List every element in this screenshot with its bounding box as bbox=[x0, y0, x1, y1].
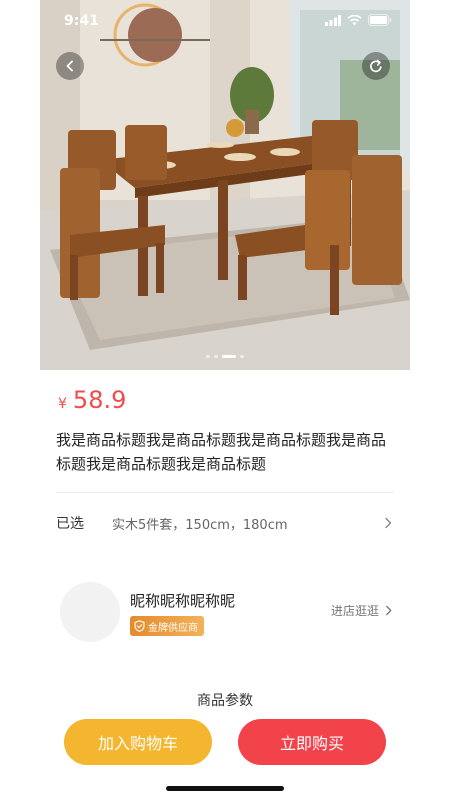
add-to-cart-button[interactable]: 加入购物车 bbox=[64, 719, 212, 765]
divider bbox=[56, 492, 394, 493]
product-title: 我是商品标题我是商品标题我是商品标题我是商品标题我是商品标题我是商品标题 bbox=[56, 431, 387, 473]
price-value: 58.9 bbox=[72, 386, 127, 414]
share-icon bbox=[370, 59, 382, 73]
shop-card: 昵称昵称昵称昵 金牌供应商 进店逛逛 bbox=[56, 578, 394, 644]
share-button[interactable] bbox=[362, 52, 390, 80]
supplier-badge-label: 金牌供应商 bbox=[148, 622, 198, 634]
status-time: 9:41 bbox=[64, 13, 99, 29]
product-image-carousel[interactable] bbox=[40, 0, 410, 370]
carousel-dot[interactable] bbox=[214, 355, 218, 358]
carousel-dot-active[interactable] bbox=[222, 355, 236, 358]
section-title-params: 商品参数 bbox=[197, 693, 253, 709]
shield-check-icon bbox=[134, 620, 145, 632]
shop-name: 昵称昵称昵称昵 bbox=[130, 592, 236, 610]
product-detail-screen: 9:41 ¥ 58.9 我是商品标题我是商品标题我是商品标题我是商品标题我是商品… bbox=[40, 0, 410, 800]
status-bar: 9:41 bbox=[40, 0, 410, 44]
carousel-dot[interactable] bbox=[206, 355, 210, 358]
carousel-indicator bbox=[40, 355, 410, 358]
spec-value: 实木5件套，150cm，180cm bbox=[112, 517, 288, 533]
battery-icon bbox=[368, 14, 392, 26]
signal-icon bbox=[325, 14, 341, 26]
visit-shop-link[interactable]: 进店逛逛 bbox=[331, 602, 394, 619]
visit-shop-label: 进店逛逛 bbox=[330, 604, 379, 618]
buy-now-button[interactable]: 立即购买 bbox=[238, 719, 386, 765]
status-icons bbox=[325, 14, 392, 26]
back-button[interactable] bbox=[56, 52, 84, 80]
chevron-right-icon bbox=[386, 605, 392, 616]
wifi-icon bbox=[347, 14, 362, 25]
shop-avatar[interactable] bbox=[60, 582, 120, 642]
product-photo bbox=[40, 0, 410, 370]
spec-selector-row[interactable]: 已选 实木5件套，150cm，180cm bbox=[56, 508, 394, 538]
home-indicator bbox=[166, 786, 284, 791]
chevron-right-icon bbox=[385, 517, 392, 529]
currency-symbol: ¥ bbox=[58, 396, 67, 412]
product-price: ¥ 58.9 bbox=[58, 386, 126, 414]
spec-label: 已选 bbox=[56, 516, 84, 532]
chevron-left-icon bbox=[66, 60, 73, 72]
supplier-badge: 金牌供应商 bbox=[130, 616, 204, 636]
carousel-dot[interactable] bbox=[240, 355, 244, 358]
